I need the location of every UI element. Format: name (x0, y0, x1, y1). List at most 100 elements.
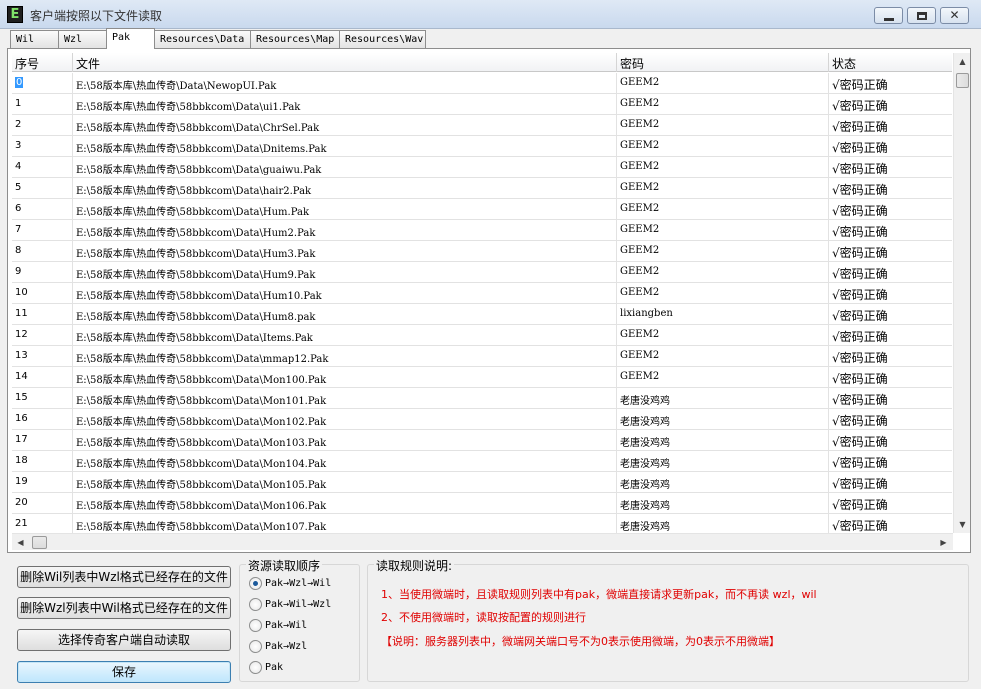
tab-wil[interactable]: Wil (10, 30, 59, 48)
cell-password: 老唐没鸡鸡 (617, 430, 829, 451)
vertical-scrollbar[interactable]: ▲ ▼ (953, 53, 970, 533)
cell-status-text: √密码正确 (832, 120, 888, 134)
cell-status: √密码正确 (829, 136, 952, 157)
cell-password-text: lixiangben (620, 308, 673, 319)
table-row[interactable]: 17 E:\58版本库\热血传奇\58bbkcom\Data\Mon103.Pak… (12, 430, 952, 451)
tab-resources-wav[interactable]: Resources\Wav (339, 30, 426, 48)
table-row[interactable]: 0 E:\58版本库\热血传奇\Data\NewopUI.Pak GEEM2 √密码正… (12, 73, 952, 94)
radio-icon[interactable] (249, 577, 262, 590)
radio-icon[interactable] (249, 619, 262, 632)
minimize-button[interactable] (874, 7, 903, 24)
scroll-left-icon[interactable]: ◀ (12, 534, 29, 551)
cell-status: √密码正确 (829, 220, 952, 241)
cell-index-text: 19 (15, 476, 28, 487)
delete-wil-duplicates-button[interactable]: 删除Wil列表中Wzl格式已经存在的文件 (17, 566, 231, 588)
cell-status-text: √密码正确 (832, 519, 888, 533)
column-header-status[interactable]: 状态 (829, 53, 952, 72)
cell-password: GEEM2 (617, 115, 829, 136)
cell-file: E:\58版本库\热血传奇\58bbkcom\Data\mmap12.Pak (73, 346, 617, 367)
tab-pak[interactable]: Pak (106, 28, 155, 49)
close-button[interactable]: ✕ (940, 7, 969, 24)
cell-index: 8 (12, 241, 73, 262)
order-option-pak-wil[interactable]: Pak→Wil (249, 619, 307, 635)
cell-file: E:\58版本库\热血传奇\58bbkcom\Data\Dnitems.Pak (73, 136, 617, 157)
table-row[interactable]: 14 E:\58版本库\热血传奇\58bbkcom\Data\Mon100.Pak… (12, 367, 952, 388)
table-row[interactable]: 20 E:\58版本库\热血传奇\58bbkcom\Data\Mon106.Pak… (12, 493, 952, 514)
cell-file-text: E:\58版本库\热血传奇\58bbkcom\Data\Mon106.Pak (76, 501, 327, 512)
cell-file-text: E:\58版本库\热血传奇\58bbkcom\Data\Mon103.Pak (76, 438, 327, 449)
cell-index-text: 3 (15, 140, 22, 151)
cell-status-text: √密码正确 (832, 372, 888, 386)
cell-password-text: GEEM2 (620, 245, 660, 256)
minimize-icon (884, 18, 894, 21)
cell-file-text: E:\58版本库\热血传奇\58bbkcom\Data\Hum.Pak (76, 207, 310, 218)
cell-file: E:\58版本库\热血传奇\58bbkcom\Data\Mon101.Pak (73, 388, 617, 409)
cell-password: 老唐没鸡鸡 (617, 514, 829, 533)
scroll-right-icon[interactable]: ▶ (935, 534, 952, 551)
cell-index-text: 17 (15, 434, 28, 445)
scroll-down-icon[interactable]: ▼ (954, 516, 971, 533)
cell-file-text: E:\58版本库\热血传奇\58bbkcom\Data\Mon102.Pak (76, 417, 327, 428)
cell-password-text: GEEM2 (620, 140, 660, 151)
table-row[interactable]: 7 E:\58版本库\热血传奇\58bbkcom\Data\Hum2.Pak GEE… (12, 220, 952, 241)
cell-password-text: GEEM2 (620, 182, 660, 193)
order-option-pak[interactable]: Pak (249, 661, 283, 677)
cell-password: 老唐没鸡鸡 (617, 388, 829, 409)
cell-status: √密码正确 (829, 304, 952, 325)
table-row[interactable]: 11 E:\58版本库\热血传奇\58bbkcom\Data\Hum8.pak li… (12, 304, 952, 325)
table-row[interactable]: 15 E:\58版本库\热血传奇\58bbkcom\Data\Mon101.Pak… (12, 388, 952, 409)
horizontal-scroll-thumb[interactable] (32, 536, 47, 549)
maximize-button[interactable] (907, 7, 936, 24)
table-row[interactable]: 10 E:\58版本库\热血传奇\58bbkcom\Data\Hum10.Pak G… (12, 283, 952, 304)
cell-index: 16 (12, 409, 73, 430)
tab-resources-map[interactable]: Resources\Map (250, 30, 340, 48)
table-row[interactable]: 8 E:\58版本库\热血传奇\58bbkcom\Data\Hum3.Pak GEE… (12, 241, 952, 262)
cell-status: √密码正确 (829, 199, 952, 220)
cell-password-text: GEEM2 (620, 203, 660, 214)
cell-status: √密码正确 (829, 115, 952, 136)
radio-icon[interactable] (249, 661, 262, 674)
cell-status-text: √密码正确 (832, 498, 888, 512)
vertical-scroll-thumb[interactable] (956, 73, 969, 88)
table-row[interactable]: 2 E:\58版本库\热血传奇\58bbkcom\Data\ChrSel.Pak G… (12, 115, 952, 136)
cell-file-text: E:\58版本库\热血传奇\58bbkcom\Data\Mon105.Pak (76, 480, 327, 491)
table-row[interactable]: 13 E:\58版本库\热血传奇\58bbkcom\Data\mmap12.Pak… (12, 346, 952, 367)
select-client-auto-read-button[interactable]: 选择传奇客户端自动读取 (17, 629, 231, 651)
cell-status: √密码正确 (829, 283, 952, 304)
table-row[interactable]: 4 E:\58版本库\热血传奇\58bbkcom\Data\guaiwu.Pak G… (12, 157, 952, 178)
table-row[interactable]: 5 E:\58版本库\热血传奇\58bbkcom\Data\hair2.Pak GE… (12, 178, 952, 199)
cell-password: GEEM2 (617, 94, 829, 115)
cell-status-text: √密码正确 (832, 477, 888, 491)
tab-resources-data[interactable]: Resources\Data (154, 30, 251, 48)
cell-status-text: √密码正确 (832, 225, 888, 239)
save-button[interactable]: 保存 (17, 661, 231, 683)
order-option-pak-wzl[interactable]: Pak→Wzl (249, 640, 307, 656)
table-row[interactable]: 6 E:\58版本库\热血传奇\58bbkcom\Data\Hum.Pak GEEM… (12, 199, 952, 220)
table-row[interactable]: 12 E:\58版本库\热血传奇\58bbkcom\Data\Items.Pak G… (12, 325, 952, 346)
table-row[interactable]: 21 E:\58版本库\热血传奇\58bbkcom\Data\Mon107.Pak… (12, 514, 952, 533)
order-option-pak-wzl-wil[interactable]: Pak→Wzl→Wil (249, 577, 331, 593)
table-row[interactable]: 16 E:\58版本库\热血传奇\58bbkcom\Data\Mon102.Pak… (12, 409, 952, 430)
scroll-up-icon[interactable]: ▲ (954, 53, 971, 70)
radio-icon[interactable] (249, 598, 262, 611)
cell-file-text: E:\58版本库\热血传奇\58bbkcom\Data\Hum10.Pak (76, 291, 322, 302)
read-rules-title: 读取规则说明: (374, 557, 455, 574)
radio-icon[interactable] (249, 640, 262, 653)
table-row[interactable]: 3 E:\58版本库\热血传奇\58bbkcom\Data\Dnitems.Pak… (12, 136, 952, 157)
table-row[interactable]: 19 E:\58版本库\热血传奇\58bbkcom\Data\Mon105.Pak… (12, 472, 952, 493)
column-header-index[interactable]: 序号 (12, 53, 73, 72)
cell-password-text: 老唐没鸡鸡 (620, 459, 670, 470)
cell-file-text: E:\58版本库\热血传奇\58bbkcom\Data\Mon107.Pak (76, 522, 327, 533)
tab-wzl[interactable]: Wzl (58, 30, 107, 48)
cell-file: E:\58版本库\热血传奇\58bbkcom\Data\Mon106.Pak (73, 493, 617, 514)
order-option-pak-wil-wzl[interactable]: Pak→Wil→Wzl (249, 598, 331, 614)
column-header-password[interactable]: 密码 (617, 53, 829, 72)
cell-file: E:\58版本库\热血传奇\58bbkcom\Data\ChrSel.Pak (73, 115, 617, 136)
table-row[interactable]: 9 E:\58版本库\热血传奇\58bbkcom\Data\Hum9.Pak GEE… (12, 262, 952, 283)
horizontal-scrollbar[interactable]: ◀ ▶ (12, 533, 953, 550)
delete-wzl-duplicates-button[interactable]: 删除Wzl列表中Wil格式已经存在的文件 (17, 597, 231, 619)
table-row[interactable]: 1 E:\58版本库\热血传奇\58bbkcom\Data\ui1.Pak GEEM… (12, 94, 952, 115)
column-header-file[interactable]: 文件 (73, 53, 617, 72)
table-row[interactable]: 18 E:\58版本库\热血传奇\58bbkcom\Data\Mon104.Pak… (12, 451, 952, 472)
cell-file: E:\58版本库\热血传奇\58bbkcom\Data\Hum8.pak (73, 304, 617, 325)
